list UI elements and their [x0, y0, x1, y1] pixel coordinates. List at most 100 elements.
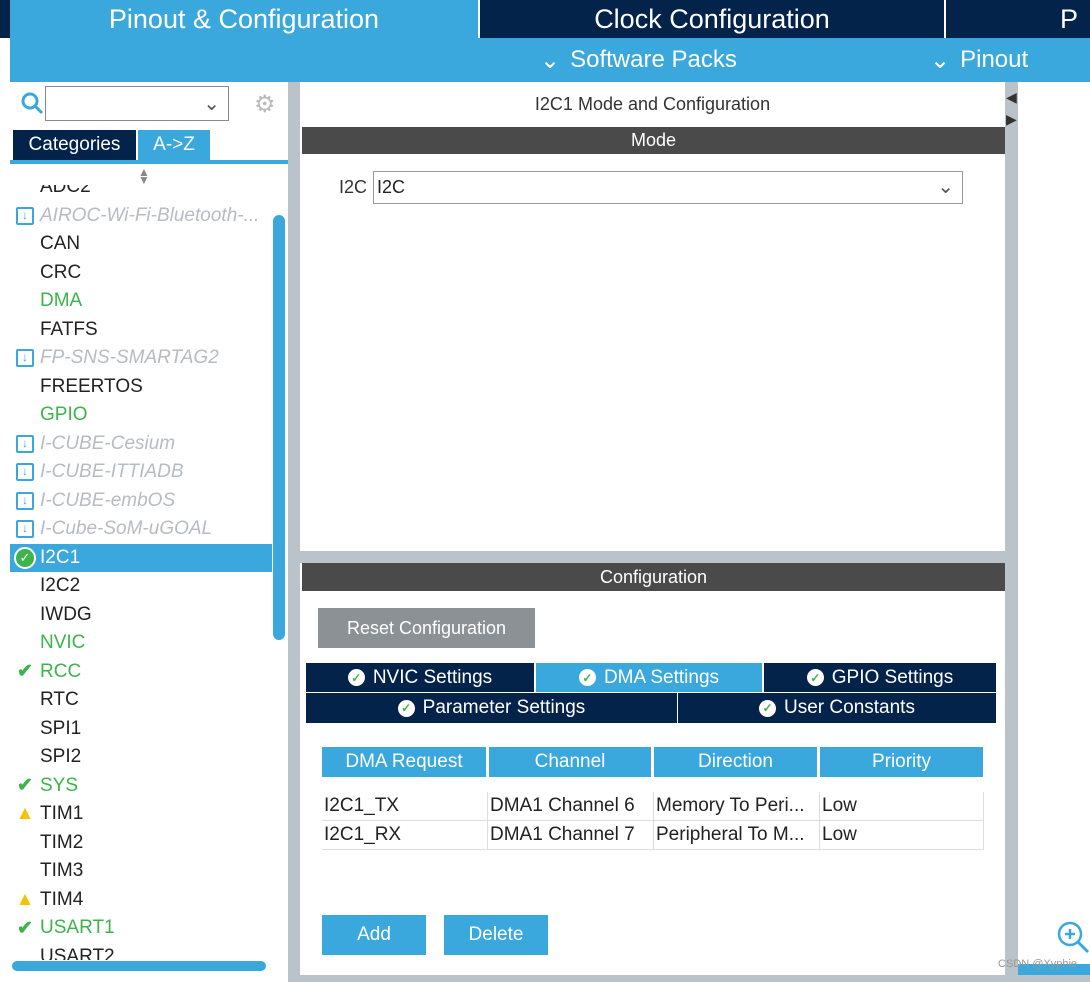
sidebar-item-label: USART2	[40, 945, 115, 961]
table-cell: DMA1 Channel 7	[488, 821, 654, 850]
delete-button[interactable]: Delete	[444, 915, 548, 955]
sidebar-item-can[interactable]: CAN	[10, 230, 272, 258]
sidebar-item-label: GPIO	[40, 404, 88, 425]
column-header-dma-request[interactable]: DMA Request	[322, 747, 486, 777]
download-icon: ↓	[16, 463, 34, 481]
sidebar-item-fp-sns-smartag2[interactable]: ↓ FP-SNS-SMARTAG2	[10, 344, 272, 372]
sidebar-item-label: FATFS	[40, 318, 98, 340]
sidebar-item-dma[interactable]: DMA	[10, 287, 272, 315]
tab-gpio-settings[interactable]: ✓ GPIO Settings	[763, 662, 997, 693]
sidebar-item-label: I2C1	[40, 546, 81, 568]
horizontal-scrollbar[interactable]	[12, 961, 266, 971]
tab-user-constants[interactable]: ✓ User Constants	[677, 692, 997, 724]
sidebar-item-label: FREERTOS	[40, 375, 143, 397]
sidebar-item-tim4[interactable]: ▲ TIM4	[10, 886, 272, 914]
sidebar-item-usart2[interactable]: USART2	[10, 943, 272, 961]
collapse-arrows-icon[interactable]: ◀ ▶	[1006, 86, 1017, 130]
sidebar-item-label: IWDG	[40, 603, 92, 625]
software-packs-menu[interactable]: ⌄ Software Packs	[540, 38, 737, 82]
sidebar-item-i-cube-som-ugoal[interactable]: ↓ I-Cube-SoM-uGOAL	[10, 515, 272, 543]
splitter[interactable]	[1005, 82, 1018, 982]
sidebar-item-sys[interactable]: ✔ SYS	[10, 772, 272, 800]
sidebar-item-label: USART1	[40, 917, 115, 938]
download-icon: ↓	[16, 349, 34, 367]
vertical-scrollbar[interactable]	[273, 215, 285, 640]
gear-icon[interactable]: ⚙	[254, 90, 276, 119]
sidebar-item-rcc[interactable]: ✔ RCC	[10, 658, 272, 686]
search-input[interactable]: ⌄	[45, 86, 229, 121]
sidebar-item-label: I-Cube-SoM-uGOAL	[40, 518, 213, 539]
warning-icon: ▲	[15, 888, 35, 910]
configuration-header: Configuration	[302, 563, 1005, 591]
download-icon: ↓	[16, 434, 34, 453]
table-row[interactable]: I2C1_TX DMA1 Channel 6 Memory To Peri... Lo…	[322, 792, 984, 821]
bottom-border	[300, 975, 1090, 982]
check-icon: ✓	[806, 669, 824, 686]
sidebar-item-tim2[interactable]: TIM2	[10, 829, 272, 857]
scroll-up-icon[interactable]: ▲ ▼	[138, 166, 150, 186]
reset-configuration-button[interactable]: Reset Configuration	[318, 608, 535, 648]
tab-project-manager[interactable]: P	[1060, 0, 1090, 38]
sidebar-item-label: TIM3	[40, 860, 84, 881]
sidebar-item-tim3[interactable]: TIM3	[10, 857, 272, 885]
sidebar-item-tim1[interactable]: ▲ TIM1	[10, 800, 272, 828]
table-cell: Low	[820, 821, 984, 850]
table-row[interactable]: I2C1_RX DMA1 Channel 7 Peripheral To M... L…	[322, 821, 984, 850]
tab-categories[interactable]: Categories	[13, 130, 136, 160]
sidebar-item-usart1[interactable]: ✔ USART1	[10, 914, 272, 942]
sidebar-item-spi2[interactable]: SPI2	[10, 743, 272, 771]
sidebar-item-label: AIROC-Wi-Fi-Bluetooth-...	[40, 204, 260, 226]
sidebar-item-label: I-CUBE-ITTIADB	[40, 461, 184, 482]
column-header-direction[interactable]: Direction	[654, 747, 817, 777]
tab-parameter-settings[interactable]: ✓ Parameter Settings	[305, 692, 678, 724]
check-icon: ✓	[347, 669, 365, 686]
sidebar-item-i2c2[interactable]: I2C2	[10, 572, 272, 600]
sidebar-item-label: SPI1	[40, 717, 82, 739]
sidebar-item-fatfs[interactable]: FATFS	[10, 316, 272, 344]
sidebar-item-crc[interactable]: CRC	[10, 259, 272, 287]
table-cell: Low	[820, 792, 984, 821]
sidebar-item-i-cube-ittiadb[interactable]: ↓ I-CUBE-ITTIADB	[10, 458, 272, 486]
mode-label: I2C	[339, 177, 368, 197]
splitter[interactable]	[288, 82, 300, 982]
sidebar-item-label: NVIC	[40, 632, 86, 653]
sidebar-item-label: TIM1	[40, 803, 84, 824]
add-button[interactable]: Add	[322, 915, 426, 955]
splitter[interactable]	[300, 551, 1018, 563]
download-icon: ↓	[16, 520, 34, 538]
column-header-priority[interactable]: Priority	[820, 747, 983, 777]
mode-select[interactable]: I2C ⌄	[373, 171, 963, 204]
sidebar-item-nvic[interactable]: NVIC	[10, 629, 272, 657]
sidebar-item-label: RTC	[40, 689, 79, 710]
sidebar-item-gpio[interactable]: GPIO	[10, 401, 272, 429]
sidebar-item-airoc-wi-fi-bluetooth-[interactable]: ↓ AIROC-Wi-Fi-Bluetooth-...	[10, 202, 272, 230]
pinout-menu[interactable]: ⌄ Pinout	[930, 38, 1028, 82]
check-icon: ✔	[17, 917, 33, 939]
search-icon[interactable]	[20, 90, 44, 116]
tab-a-to-z[interactable]: A->Z	[138, 130, 210, 160]
sidebar-item-label: I-CUBE-embOS	[40, 489, 176, 511]
chevron-down-icon: ⌄	[930, 46, 951, 74]
sidebar-item-i2c1[interactable]: ✓ I2C1	[10, 543, 272, 572]
sidebar-item-freertos[interactable]: FREERTOS	[10, 373, 272, 401]
sidebar-item-label: FP-SNS-SMARTAG2	[40, 347, 219, 368]
check-icon: ✓	[397, 699, 415, 717]
tab-pinout-configuration[interactable]: Pinout & Configuration	[10, 0, 478, 38]
check-icon: ✓	[759, 699, 777, 717]
sidebar-item-iwdg[interactable]: IWDG	[10, 601, 272, 629]
tab-underline	[10, 160, 288, 164]
sidebar-item-i-cube-embos[interactable]: ↓ I-CUBE-embOS	[10, 487, 272, 515]
zoom-in-icon[interactable]	[1056, 920, 1090, 959]
tab-dma-settings[interactable]: ✓ DMA Settings	[535, 662, 763, 693]
sidebar-item-spi1[interactable]: SPI1	[10, 715, 272, 743]
tab-clock-configuration[interactable]: Clock Configuration	[480, 0, 944, 38]
sidebar-item-i-cube-cesium[interactable]: ↓ I-CUBE-Cesium	[10, 430, 272, 458]
tab-nvic-settings[interactable]: ✓ NVIC Settings	[305, 662, 535, 693]
chevron-down-icon[interactable]: ⌄	[203, 91, 220, 116]
sidebar-item-adc2[interactable]: ADC2	[10, 185, 272, 201]
warning-icon: ▲	[15, 803, 35, 824]
panel-title: I2C1 Mode and Configuration	[534, 93, 771, 114]
column-header-channel[interactable]: Channel	[489, 747, 651, 777]
mode-header: Mode	[302, 127, 1005, 154]
sidebar-item-rtc[interactable]: RTC	[10, 686, 272, 714]
